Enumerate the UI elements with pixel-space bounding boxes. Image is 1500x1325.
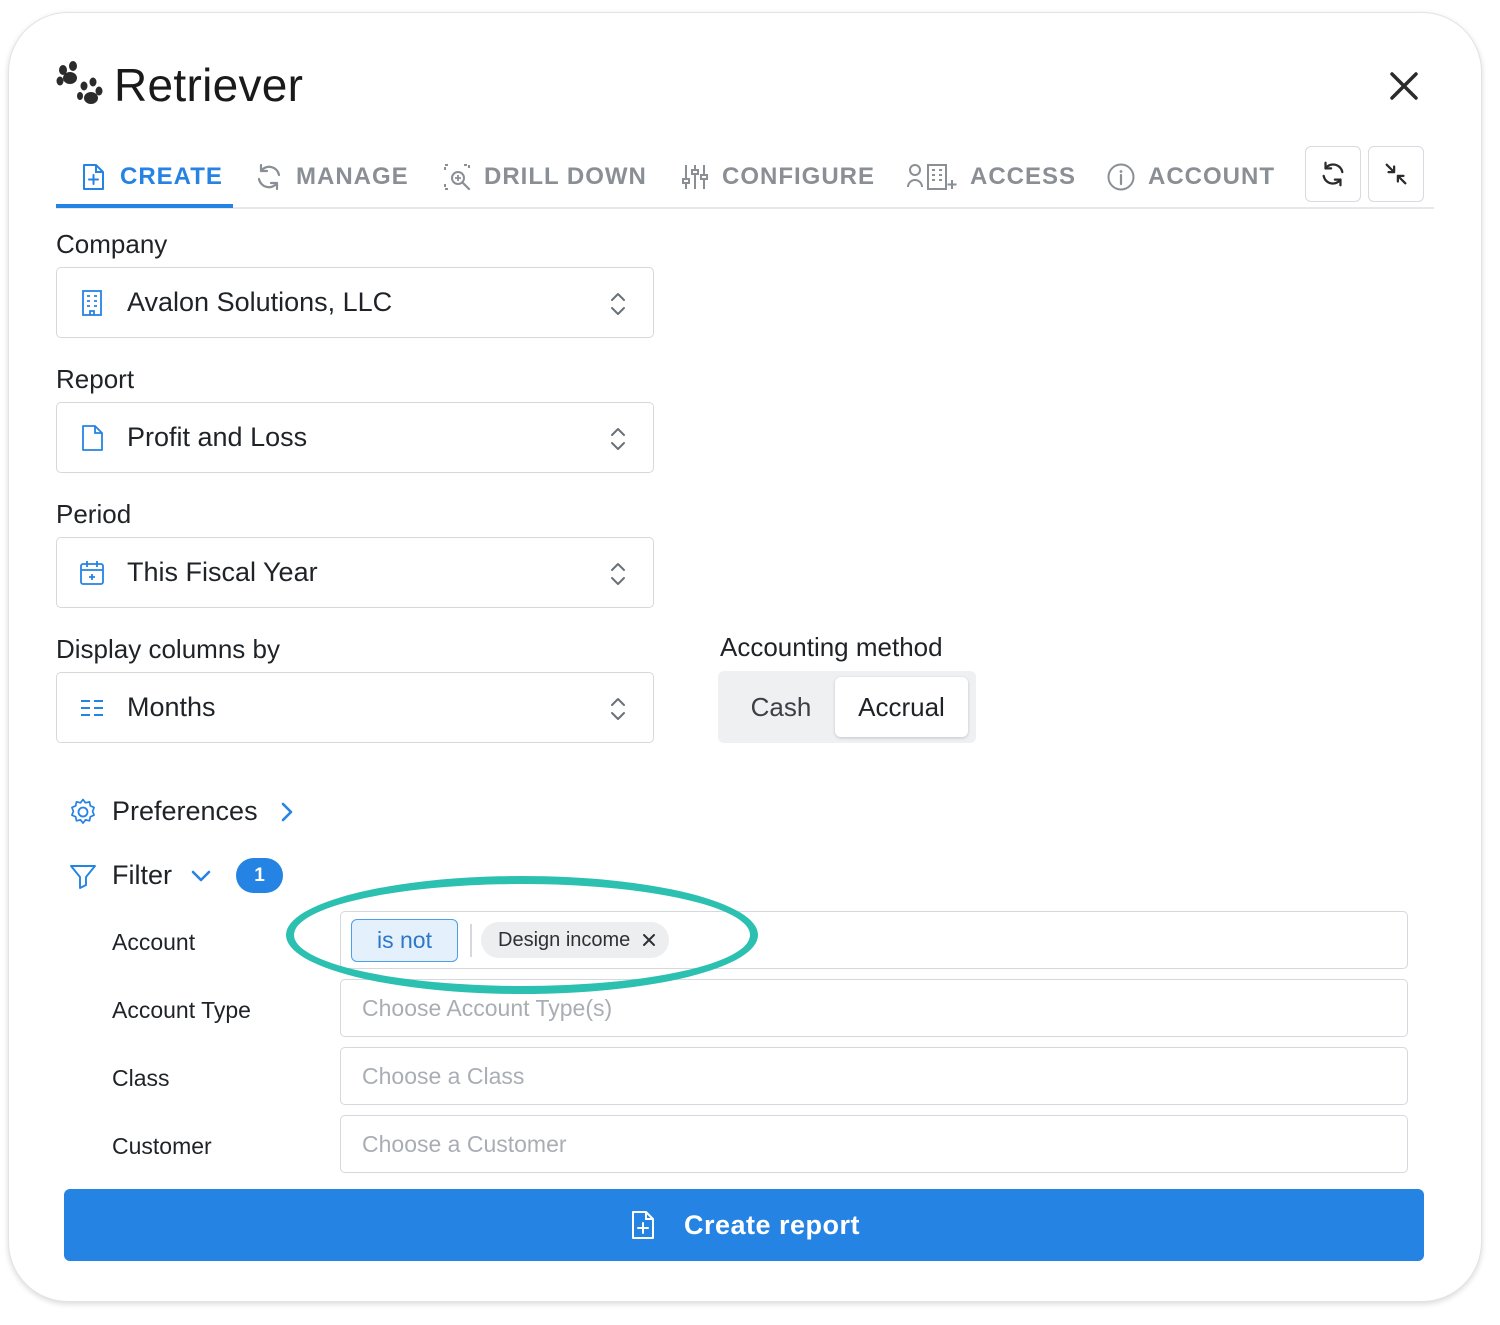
tab-access-label: ACCESS bbox=[970, 162, 1077, 190]
preferences-toggle[interactable]: Preferences bbox=[68, 796, 302, 827]
display-columns-label: Display columns by bbox=[56, 634, 280, 664]
class-filter-label: Class bbox=[112, 1065, 170, 1091]
period-label: Period bbox=[56, 499, 132, 529]
report-value: Profit and Loss bbox=[127, 422, 308, 452]
chip-divider bbox=[470, 924, 472, 957]
chevron-down-icon bbox=[191, 870, 211, 881]
customer-filter-input[interactable]: Choose a Customer bbox=[340, 1115, 1408, 1173]
refresh-icon bbox=[1322, 161, 1344, 187]
account-type-filter-input[interactable]: Choose Account Type(s) bbox=[340, 979, 1408, 1037]
accrual-option[interactable]: Accrual bbox=[835, 677, 968, 737]
tab-configure[interactable]: CONFIGURE bbox=[680, 146, 875, 207]
period-select[interactable]: This Fiscal Year bbox=[56, 537, 654, 608]
class-filter-input[interactable]: Choose a Class bbox=[340, 1047, 1408, 1105]
chevron-up-down-icon bbox=[611, 293, 625, 315]
close-icon[interactable] bbox=[1384, 66, 1424, 106]
company-select[interactable]: Avalon Solutions, LLC bbox=[56, 267, 654, 338]
report-label: Report bbox=[56, 364, 135, 394]
filter-count-badge: 1 bbox=[236, 858, 283, 893]
display-columns-select[interactable]: Months bbox=[56, 672, 654, 743]
customer-placeholder: Choose a Customer bbox=[362, 1131, 567, 1157]
chevron-up-down-icon bbox=[611, 428, 625, 450]
account-filter-label: Account bbox=[112, 929, 196, 955]
tab-manage-label: MANAGE bbox=[296, 162, 409, 190]
customer-filter-label: Customer bbox=[112, 1133, 212, 1159]
account-filter-input[interactable]: is not Design income bbox=[340, 911, 1408, 969]
chevron-up-down-icon bbox=[611, 698, 625, 720]
design-income-tag: Design income bbox=[481, 922, 670, 958]
filter-label: Filter bbox=[112, 860, 172, 890]
period-value: This Fiscal Year bbox=[127, 557, 318, 587]
minimize-arrows-icon bbox=[1385, 163, 1407, 185]
tab-bar: CREATE MANAGE DRILL DOWN CONFIGURE ACCES… bbox=[56, 146, 1434, 209]
tab-access[interactable]: ACCESS bbox=[906, 146, 1076, 207]
class-placeholder: Choose a Class bbox=[362, 1063, 525, 1089]
tab-account-label: ACCOUNT bbox=[1148, 162, 1275, 190]
file-plus-icon bbox=[631, 1211, 654, 1239]
active-tab-indicator bbox=[56, 204, 233, 208]
cash-option[interactable]: Cash bbox=[726, 677, 836, 737]
account-type-filter-label: Account Type bbox=[112, 997, 251, 1023]
collapse-button[interactable] bbox=[1368, 146, 1424, 202]
columns-icon bbox=[81, 700, 103, 716]
chevron-up-down-icon bbox=[611, 563, 625, 585]
tab-manage[interactable]: MANAGE bbox=[254, 146, 409, 207]
tab-create[interactable]: CREATE bbox=[78, 146, 223, 207]
operator-is-not-chip[interactable]: is not bbox=[351, 919, 458, 962]
report-select[interactable]: Profit and Loss bbox=[56, 402, 654, 473]
tag-label: Design income bbox=[498, 928, 631, 951]
company-value: Avalon Solutions, LLC bbox=[127, 287, 393, 317]
funnel-icon bbox=[70, 864, 96, 889]
calendar-icon bbox=[80, 561, 104, 585]
create-report-label: Create report bbox=[683, 1209, 861, 1240]
tab-drill-down[interactable]: DRILL DOWN bbox=[442, 146, 647, 207]
filter-toggle[interactable]: Filter bbox=[68, 860, 216, 891]
chevron-right-icon bbox=[281, 802, 292, 821]
sliders-icon bbox=[682, 164, 708, 189]
brand: Retriever bbox=[54, 58, 303, 112]
document-icon bbox=[82, 425, 103, 451]
building-icon bbox=[82, 290, 102, 316]
user-building-icon bbox=[907, 163, 957, 190]
drill-down-icon bbox=[444, 163, 471, 190]
accounting-method-toggle: Cash Accrual bbox=[718, 671, 976, 743]
paw-logo-icon bbox=[56, 61, 103, 104]
refresh-button[interactable] bbox=[1305, 146, 1361, 202]
gear-icon bbox=[71, 798, 95, 824]
preferences-label: Preferences bbox=[112, 796, 258, 826]
app-title: Retriever bbox=[114, 59, 304, 111]
tab-account[interactable]: ACCOUNT bbox=[1106, 146, 1275, 207]
refresh-icon bbox=[257, 163, 281, 190]
tab-create-label: CREATE bbox=[120, 162, 223, 190]
company-label: Company bbox=[56, 229, 168, 259]
remove-tag-icon[interactable] bbox=[641, 932, 657, 948]
create-report-button[interactable]: Create report bbox=[64, 1189, 1424, 1261]
file-plus-icon bbox=[83, 163, 104, 190]
tab-drill-down-label: DRILL DOWN bbox=[484, 162, 647, 190]
display-columns-value: Months bbox=[127, 692, 216, 722]
accounting-method-label: Accounting method bbox=[720, 632, 943, 662]
account-type-placeholder: Choose Account Type(s) bbox=[362, 995, 613, 1021]
info-icon bbox=[1107, 163, 1135, 190]
tab-configure-label: CONFIGURE bbox=[722, 162, 875, 190]
